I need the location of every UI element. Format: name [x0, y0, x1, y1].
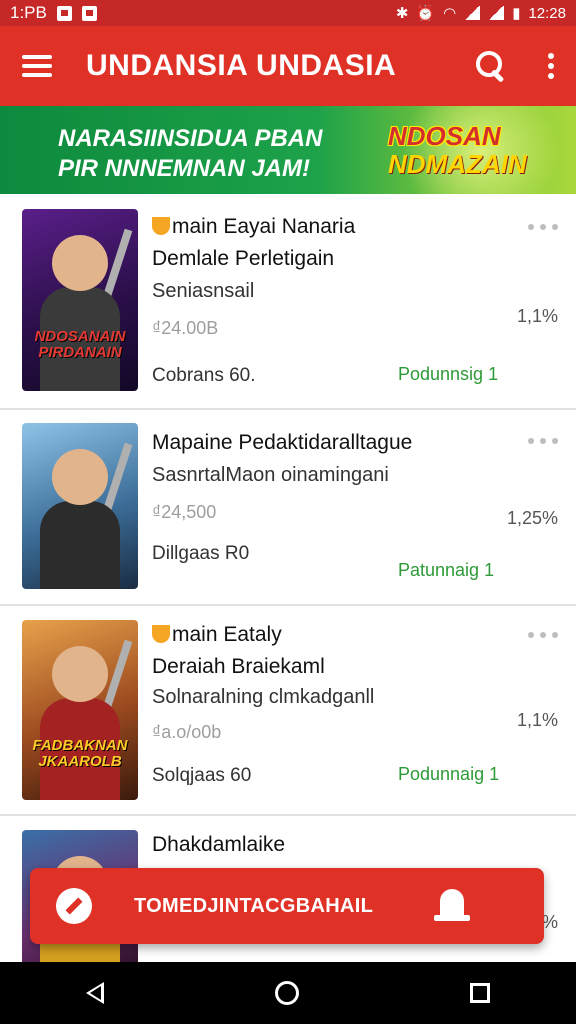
no-entry-icon[interactable]	[56, 888, 92, 924]
item-percent: 1,1%	[516, 306, 558, 326]
cover-image: NDOSANAIN PIRDANAIN	[22, 209, 138, 391]
back-icon[interactable]	[85, 982, 104, 1004]
item-percent: %	[541, 912, 558, 932]
notification-toast[interactable]: TOMEDJINTACGBAHAIL	[30, 868, 544, 944]
signal-icon	[464, 6, 481, 20]
item-price: ₫24.00B	[152, 318, 219, 338]
item-title: Dhakdamlaike	[152, 833, 286, 856]
cover-image: FADBAKNAN JKAAROLB	[22, 620, 138, 800]
system-nav-bar	[0, 962, 576, 1024]
item-status: Patunnaig 1	[398, 560, 495, 580]
list-item[interactable]: Mapaine Pedaktidaralltague SasnrtalMaon …	[0, 410, 576, 606]
status-time-left: 1:PB	[10, 3, 47, 22]
search-icon[interactable]	[474, 49, 508, 83]
app-title: UNDANSIA UNDASIA	[86, 49, 397, 82]
more-horiz-icon[interactable]	[528, 438, 558, 446]
bluetooth-icon: ✱	[395, 5, 409, 22]
bell-icon[interactable]	[432, 885, 472, 927]
alarm-icon: ⏰	[416, 5, 436, 22]
notification-icon	[81, 5, 97, 21]
item-title: main Eataly	[172, 623, 282, 646]
item-description: Solnaralning clmkadganll	[152, 686, 375, 708]
badge-icon	[152, 217, 170, 235]
status-time-right: 12:28	[528, 4, 566, 22]
item-title: Mapaine Pedaktidaralltague	[152, 431, 413, 454]
item-description: Seniasnsail	[152, 280, 255, 302]
toast-label: TOMEDJINTACGBAHAIL	[134, 894, 374, 917]
more-horiz-icon[interactable]	[528, 632, 558, 640]
home-icon[interactable]	[274, 981, 299, 1005]
item-subtitle: Demlale Perletigain	[152, 247, 335, 270]
item-footer: Cobrans 60.	[152, 365, 256, 386]
promo-banner[interactable]: NARASIINSIDUA PBAN PIR NNNEMNAN JAM! NDO…	[0, 106, 576, 194]
cover-image	[22, 423, 138, 589]
item-status: Podunnsig 1	[398, 364, 499, 384]
notification-icon	[56, 5, 72, 21]
app-bar: UNDANSIA UNDASIA	[0, 26, 576, 106]
item-description: SasnrtalMaon oinamingani	[152, 464, 389, 486]
item-price: ₫24,500	[152, 502, 217, 522]
item-footer: Solqjaas 60	[152, 765, 252, 786]
recents-icon[interactable]	[470, 983, 491, 1003]
banner-logo: NDOSAN NDMAZAIN	[388, 121, 527, 179]
menu-icon[interactable]	[22, 55, 52, 77]
list-item[interactable]: NDOSANAIN PIRDANAIN main Eayai Nanaria D…	[0, 194, 576, 410]
item-percent: 1,25%	[506, 508, 558, 528]
item-title: main Eayai Nanaria	[172, 215, 356, 238]
list-item[interactable]: FADBAKNAN JKAAROLB main Eataly Deraiah B…	[0, 606, 576, 816]
more-horiz-icon[interactable]	[528, 224, 558, 232]
item-price: ₫a.o/o0b	[152, 722, 222, 742]
item-status: Podunnaig 1	[398, 764, 500, 784]
item-footer: Dillgaas R0	[152, 543, 250, 564]
item-percent: 1,1%	[516, 710, 558, 730]
banner-line-1: NARASIINSIDUA PBAN	[58, 125, 323, 152]
wifi-icon: ◠	[443, 5, 457, 22]
badge-icon	[152, 625, 170, 643]
more-vert-icon[interactable]	[548, 53, 554, 79]
status-bar: 1:PB ✱ ⏰ ◠ ▮ 12:28	[0, 0, 576, 26]
signal-icon	[488, 6, 505, 20]
item-subtitle: Deraiah Braiekaml	[152, 655, 325, 678]
banner-line-2: PIR NNNEMNAN JAM!	[58, 155, 310, 182]
battery-icon: ▮	[512, 5, 521, 22]
